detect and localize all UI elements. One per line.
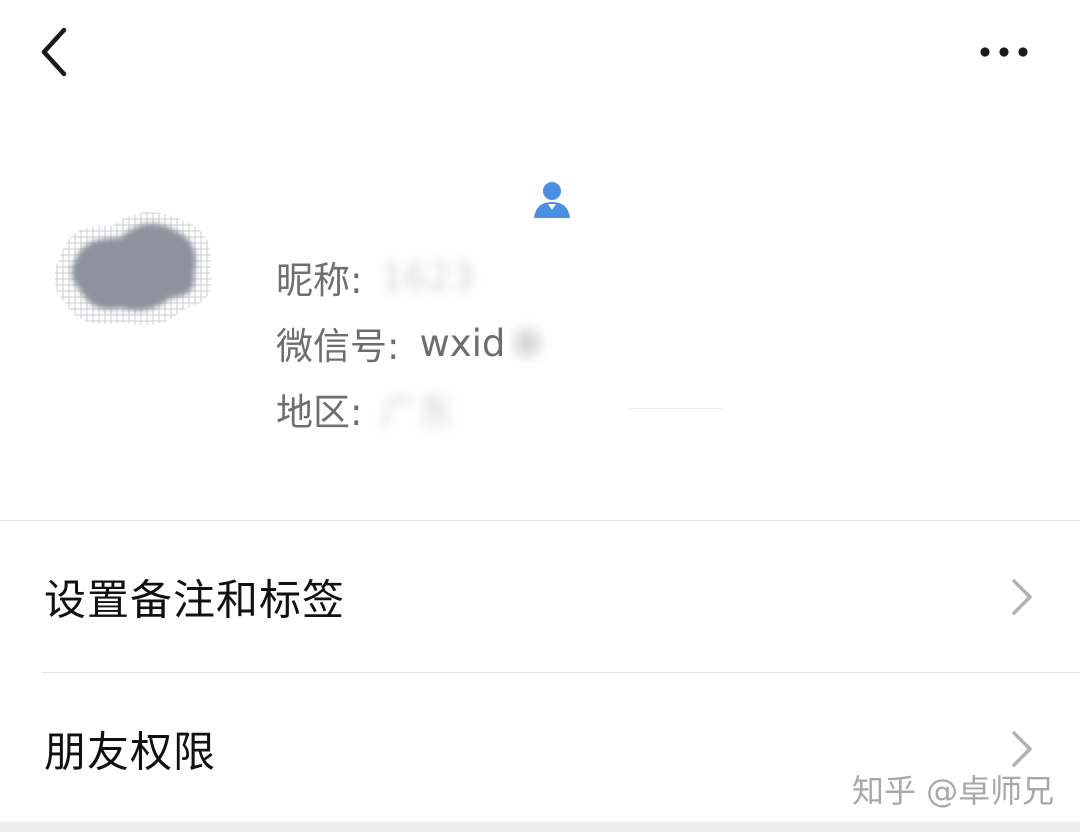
contact-profile-page: 昵称: 1623 微信号: wxid 地区: 广东 设置备注和标签 朋友权限 知… [0, 0, 1080, 832]
divider [628, 408, 722, 409]
divider [0, 520, 1080, 521]
more-horizontal-icon [980, 47, 1028, 57]
region-row: 地区: 广东 [276, 384, 454, 434]
set-remark-and-tags-row[interactable]: 设置备注和标签 [0, 522, 1080, 672]
nickname-label: 昵称: [276, 259, 363, 302]
watermark: 知乎 @卓师兄 [852, 772, 1055, 810]
wechat-id-redaction [511, 323, 552, 363]
person-icon [534, 182, 570, 218]
avatar[interactable] [42, 192, 224, 340]
set-remark-and-tags-label: 设置备注和标签 [44, 575, 346, 625]
chevron-right-icon [1012, 731, 1032, 767]
more-button[interactable] [970, 30, 1040, 74]
friend-permissions-label: 朋友权限 [44, 727, 217, 777]
chevron-right-icon [1012, 579, 1032, 615]
back-button[interactable] [30, 22, 78, 82]
region-value: 广东 [380, 391, 455, 434]
divider [42, 672, 1080, 673]
region-label: 地区: [276, 391, 363, 434]
chevron-left-icon [41, 27, 67, 77]
section-separator [0, 822, 1080, 832]
nickname-value: 1623 [380, 255, 475, 299]
wechat-id-value[interactable]: wxid [419, 322, 505, 365]
contact-badge [530, 176, 574, 220]
nickname-row: 昵称: 1623 [276, 252, 475, 303]
wechat-id-row: 微信号: wxid [276, 318, 552, 368]
wechat-id-label: 微信号: [276, 325, 400, 368]
